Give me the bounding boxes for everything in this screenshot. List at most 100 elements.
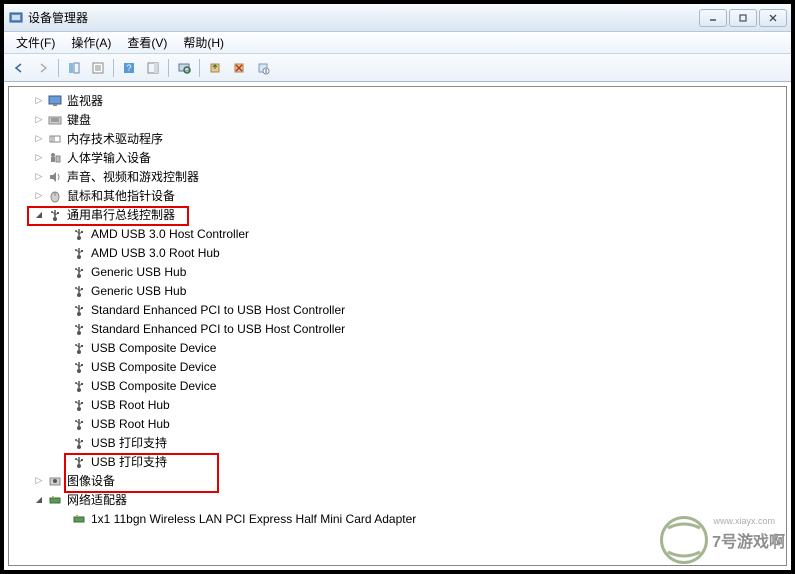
update-driver-button[interactable]: [204, 57, 226, 79]
tree-item-usb-device[interactable]: Generic USB Hub: [9, 281, 786, 300]
tree-label: 键盘: [67, 111, 91, 128]
tree-category-imaging[interactable]: 图像设备: [9, 471, 786, 490]
tree-item-usb-device[interactable]: Generic USB Hub: [9, 262, 786, 281]
help-button[interactable]: ?: [118, 57, 140, 79]
tree-item-usb-device[interactable]: USB Root Hub: [9, 414, 786, 433]
network-adapter-icon: [71, 511, 87, 527]
tree-item-usb-device[interactable]: Standard Enhanced PCI to USB Host Contro…: [9, 319, 786, 338]
tree-category-hid[interactable]: 人体学输入设备: [9, 148, 786, 167]
tree-item-usb-device[interactable]: Standard Enhanced PCI to USB Host Contro…: [9, 300, 786, 319]
usb-device-icon: [71, 359, 87, 375]
toolbar-separator: [113, 59, 114, 77]
tree-item-usb-device[interactable]: USB 打印支持: [9, 452, 786, 471]
tree-label: USB Root Hub: [91, 417, 170, 431]
tree-category-network[interactable]: 网络适配器: [9, 490, 786, 509]
svg-text:?: ?: [126, 63, 131, 73]
tree-label: USB 打印支持: [91, 453, 167, 470]
imaging-icon: [47, 473, 63, 489]
properties-button[interactable]: [87, 57, 109, 79]
expand-icon[interactable]: [33, 133, 45, 145]
app-icon: [8, 10, 24, 26]
tree-label: Standard Enhanced PCI to USB Host Contro…: [91, 322, 345, 336]
tree-category-usb-controllers[interactable]: 通用串行总线控制器: [9, 205, 786, 224]
toolbar: ?: [4, 54, 791, 82]
expand-icon[interactable]: [33, 95, 45, 107]
tree-label: 声音、视频和游戏控制器: [67, 168, 199, 185]
tree-label: USB 打印支持: [91, 434, 167, 451]
tree-label: 网络适配器: [67, 491, 127, 508]
tree-item-wireless-adapter[interactable]: 1x1 11bgn Wireless LAN PCI Express Half …: [9, 509, 786, 528]
titlebar: 设备管理器: [4, 4, 791, 32]
maximize-button[interactable]: [729, 9, 757, 27]
tree-category-mouse[interactable]: 鼠标和其他指针设备: [9, 186, 786, 205]
tree-label: Generic USB Hub: [91, 265, 186, 279]
keyboard-icon: [47, 112, 63, 128]
tree-label: 监视器: [67, 92, 103, 109]
toolbar-separator: [58, 59, 59, 77]
disable-button[interactable]: [252, 57, 274, 79]
tree-item-usb-device[interactable]: USB 打印支持: [9, 433, 786, 452]
tree-item-usb-device[interactable]: USB Composite Device: [9, 338, 786, 357]
tree-item-usb-device[interactable]: USB Root Hub: [9, 395, 786, 414]
tree-category-memory[interactable]: 内存技术驱动程序: [9, 129, 786, 148]
tree-category-sound[interactable]: 声音、视频和游戏控制器: [9, 167, 786, 186]
memory-icon: [47, 131, 63, 147]
window-controls: [699, 9, 787, 27]
tree-label: 人体学输入设备: [67, 149, 151, 166]
tree-label: 鼠标和其他指针设备: [67, 187, 175, 204]
uninstall-button[interactable]: [228, 57, 250, 79]
device-tree: 监视器 键盘 内存技术驱动程序 人体学输入设备 声音、视频和游戏控制器 鼠标和其…: [9, 87, 786, 532]
tree-label: USB Composite Device: [91, 379, 216, 393]
usb-device-icon: [71, 226, 87, 242]
usb-device-icon: [71, 397, 87, 413]
window-title: 设备管理器: [28, 9, 699, 26]
collapse-icon[interactable]: [33, 494, 45, 506]
usb-device-icon: [71, 416, 87, 432]
tree-item-usb-device[interactable]: USB Composite Device: [9, 357, 786, 376]
network-icon: [47, 492, 63, 508]
show-hide-console-tree-button[interactable]: [63, 57, 85, 79]
device-tree-panel[interactable]: 监视器 键盘 内存技术驱动程序 人体学输入设备 声音、视频和游戏控制器 鼠标和其…: [8, 86, 787, 566]
tree-item-usb-device[interactable]: AMD USB 3.0 Root Hub: [9, 243, 786, 262]
expand-icon[interactable]: [33, 114, 45, 126]
tree-label: USB Composite Device: [91, 360, 216, 374]
tree-label: USB Root Hub: [91, 398, 170, 412]
usb-device-icon: [71, 340, 87, 356]
tree-category-keyboard[interactable]: 键盘: [9, 110, 786, 129]
tree-label: USB Composite Device: [91, 341, 216, 355]
menu-action[interactable]: 操作(A): [63, 32, 119, 53]
back-button[interactable]: [8, 57, 30, 79]
usb-device-icon: [71, 435, 87, 451]
tree-category-monitors[interactable]: 监视器: [9, 91, 786, 110]
tree-label: Generic USB Hub: [91, 284, 186, 298]
usb-device-icon: [71, 264, 87, 280]
tree-item-usb-device[interactable]: USB Composite Device: [9, 376, 786, 395]
scan-button[interactable]: [173, 57, 195, 79]
tree-label: AMD USB 3.0 Root Hub: [91, 246, 220, 260]
expand-icon[interactable]: [33, 190, 45, 202]
forward-button[interactable]: [32, 57, 54, 79]
expand-icon[interactable]: [33, 171, 45, 183]
tree-label: AMD USB 3.0 Host Controller: [91, 227, 249, 241]
usb-device-icon: [71, 283, 87, 299]
menu-file[interactable]: 文件(F): [8, 32, 63, 53]
toolbar-separator: [168, 59, 169, 77]
usb-device-icon: [71, 302, 87, 318]
minimize-button[interactable]: [699, 9, 727, 27]
tree-label: Standard Enhanced PCI to USB Host Contro…: [91, 303, 345, 317]
expand-icon[interactable]: [33, 475, 45, 487]
usb-device-icon: [71, 321, 87, 337]
toolbar-separator: [199, 59, 200, 77]
close-button[interactable]: [759, 9, 787, 27]
action-pane-button[interactable]: [142, 57, 164, 79]
menu-help[interactable]: 帮助(H): [175, 32, 232, 53]
collapse-icon[interactable]: [33, 209, 45, 221]
menu-view[interactable]: 查看(V): [119, 32, 175, 53]
usb-device-icon: [71, 454, 87, 470]
tree-label: 通用串行总线控制器: [67, 206, 175, 223]
expand-icon[interactable]: [33, 152, 45, 164]
monitor-icon: [47, 93, 63, 109]
tree-item-usb-device[interactable]: AMD USB 3.0 Host Controller: [9, 224, 786, 243]
tree-label: 内存技术驱动程序: [67, 130, 163, 147]
mouse-icon: [47, 188, 63, 204]
